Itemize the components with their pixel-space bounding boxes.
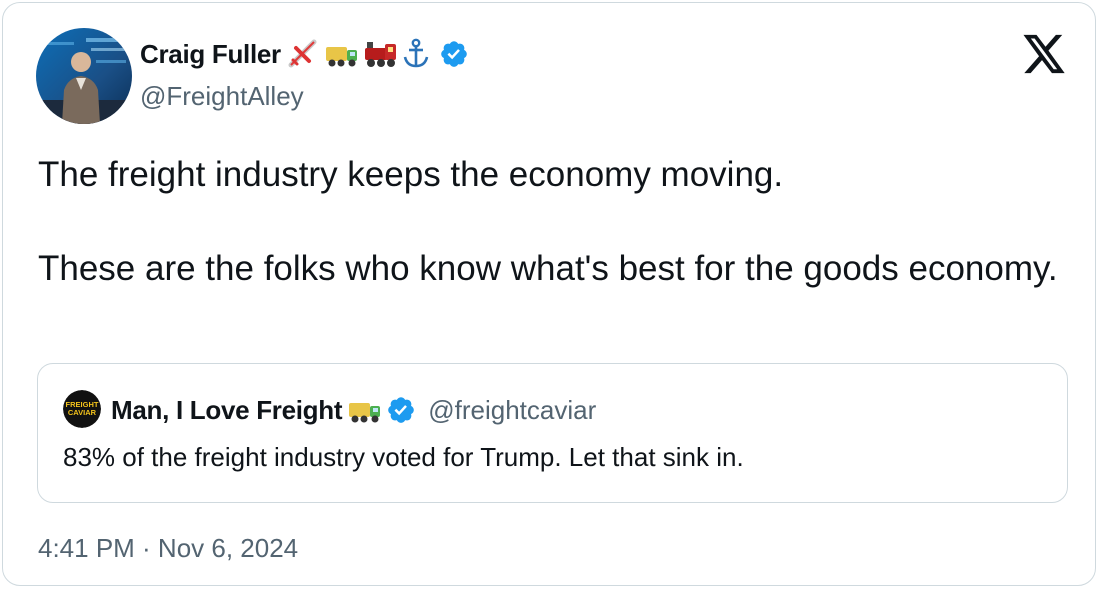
truck-icon: [348, 394, 381, 426]
quoted-author-row: Man, I Love Freight @freightcaviar: [111, 390, 596, 430]
quoted-handle[interactable]: @freightcaviar: [428, 395, 596, 426]
x-logo-icon[interactable]: [1021, 33, 1067, 75]
truck-icon: [325, 38, 357, 70]
author-avatar[interactable]: [36, 28, 132, 124]
post-text: The freight industry keeps the economy m…: [38, 151, 1068, 292]
post-paragraph: The freight industry keeps the economy m…: [38, 155, 784, 194]
train-icon: [363, 38, 396, 70]
quoted-post[interactable]: FREIGHT CAVIAR Man, I Love Freight @frei…: [37, 363, 1068, 503]
author-name-row: Craig Fuller: [140, 34, 469, 74]
airplane-icon: [287, 38, 319, 70]
quoted-post-text: 83% of the freight industry voted for Tr…: [63, 442, 744, 472]
post-timestamp[interactable]: 4:41 PM · Nov 6, 2024: [38, 533, 298, 564]
post-paragraph: These are the folks who know what's best…: [38, 249, 1058, 288]
anchor-icon: [401, 38, 433, 70]
quoted-display-name[interactable]: Man, I Love Freight: [111, 395, 343, 426]
quoted-author-avatar[interactable]: FREIGHT CAVIAR: [63, 390, 101, 428]
author-handle[interactable]: @FreightAlley: [140, 81, 304, 112]
embedded-post-card: Craig Fuller @FreightAlley The freight i…: [2, 2, 1096, 586]
author-display-name[interactable]: Craig Fuller: [140, 39, 281, 70]
quoted-avatar-text: CAVIAR: [68, 408, 97, 417]
verified-badge-icon[interactable]: [386, 395, 416, 425]
verified-badge-icon[interactable]: [439, 39, 469, 69]
